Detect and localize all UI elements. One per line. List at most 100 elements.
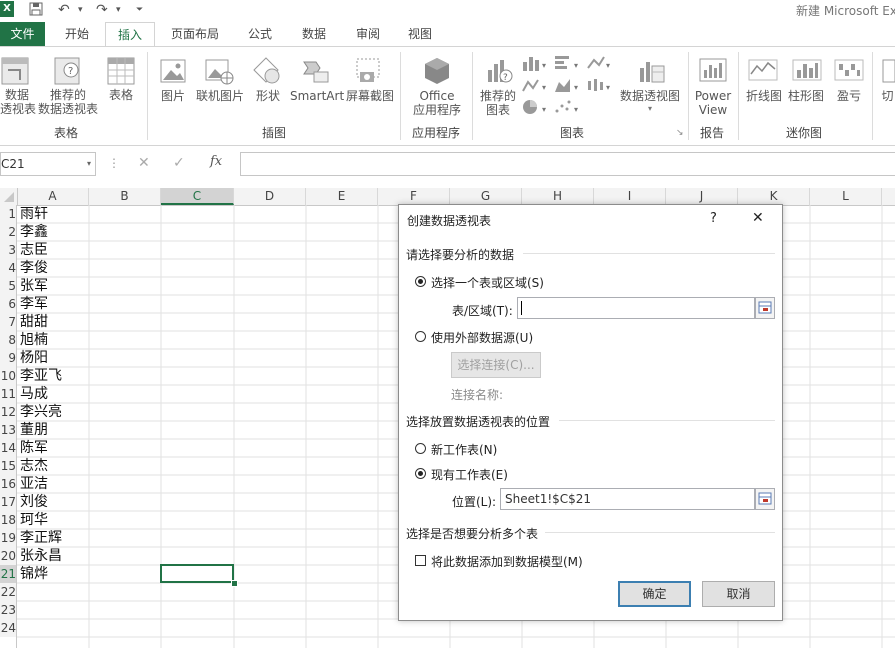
radio-external-source[interactable] xyxy=(415,331,426,342)
cell-a16[interactable]: 亚洁 xyxy=(20,475,48,493)
row-header[interactable]: 21 xyxy=(0,565,16,583)
pivot-chart-button[interactable] xyxy=(636,56,666,89)
tab-view[interactable]: 视图 xyxy=(400,22,440,46)
cell-a18[interactable]: 珂华 xyxy=(20,511,48,529)
redo-icon[interactable]: ↷ xyxy=(96,1,108,19)
row-header[interactable]: 2 xyxy=(0,223,16,241)
radio-existing-worksheet-label[interactable]: 现有工作表(E) xyxy=(431,466,508,483)
tab-file[interactable]: 文件 xyxy=(0,22,45,46)
location-input[interactable]: Sheet1!$C$21 xyxy=(500,488,755,510)
add-to-data-model-label[interactable]: 将此数据添加到数据模型(M) xyxy=(431,553,583,570)
pivot-chart-dropdown-icon[interactable]: ▾ xyxy=(648,104,652,113)
cell-a21[interactable]: 锦烨 xyxy=(20,565,48,583)
cancel-entry-icon[interactable]: ✕ xyxy=(138,155,150,171)
row-header[interactable]: 8 xyxy=(0,331,16,349)
tab-formulas[interactable]: 公式 xyxy=(238,22,282,46)
column-header-I[interactable]: I xyxy=(594,188,666,205)
tab-review[interactable]: 审阅 xyxy=(346,22,390,46)
column-header-L[interactable]: L xyxy=(810,188,882,205)
location-collapse-button[interactable] xyxy=(755,488,775,510)
cell-a17[interactable]: 刘俊 xyxy=(20,493,48,511)
cell-a15[interactable]: 志杰 xyxy=(20,457,48,475)
cell-a7[interactable]: 甜甜 xyxy=(20,313,48,331)
row-header[interactable]: 24 xyxy=(0,619,16,637)
enter-entry-icon[interactable]: ✓ xyxy=(173,155,185,171)
insert-function-icon[interactable]: fx xyxy=(210,154,222,169)
power-view-button[interactable] xyxy=(698,56,728,89)
recommended-charts-button[interactable]: ? xyxy=(484,56,514,89)
undo-dropdown-icon[interactable]: ▾ xyxy=(78,1,83,19)
row-header[interactable]: 23 xyxy=(0,601,16,619)
office-apps-button[interactable] xyxy=(422,56,452,89)
column-header-J[interactable]: J xyxy=(666,188,738,205)
row-header[interactable]: 9 xyxy=(0,349,16,367)
column-header-A[interactable]: A xyxy=(17,188,89,205)
row-header[interactable]: 18 xyxy=(0,511,16,529)
choose-connection-button[interactable]: 选择连接(C)... xyxy=(451,352,541,378)
bar-chart-icon[interactable]: ▾ xyxy=(553,54,581,75)
row-header[interactable]: 3 xyxy=(0,241,16,259)
radio-new-worksheet-label[interactable]: 新工作表(N) xyxy=(431,441,497,458)
slicer-icon[interactable] xyxy=(882,58,895,87)
cell-a2[interactable]: 李鑫 xyxy=(20,223,48,241)
pie-chart-icon[interactable]: ▾ xyxy=(521,98,549,119)
row-header[interactable]: 5 xyxy=(0,277,16,295)
combo-chart-icon[interactable]: ▾ xyxy=(585,54,613,75)
table-button[interactable] xyxy=(106,56,136,89)
column-header-G[interactable]: G xyxy=(450,188,522,205)
row-header[interactable]: 11 xyxy=(0,385,16,403)
row-header[interactable]: 19 xyxy=(0,529,16,547)
row-header[interactable]: 15 xyxy=(0,457,16,475)
cell-a11[interactable]: 马成 xyxy=(20,385,48,403)
row-header[interactable]: 4 xyxy=(0,259,16,277)
column-header-E[interactable]: E xyxy=(306,188,378,205)
cell-a14[interactable]: 陈军 xyxy=(20,439,48,457)
tab-data[interactable]: 数据 xyxy=(292,22,336,46)
column-header-D[interactable]: D xyxy=(234,188,306,205)
name-box[interactable]: C21 ▾ xyxy=(0,152,96,176)
add-to-data-model-checkbox[interactable] xyxy=(415,555,426,566)
area-chart-icon[interactable]: ▾ xyxy=(553,76,581,97)
range-collapse-button[interactable] xyxy=(755,297,775,319)
selected-cell-c21[interactable] xyxy=(160,564,234,583)
shapes-button[interactable] xyxy=(252,56,282,89)
cell-a3[interactable]: 志臣 xyxy=(20,241,48,259)
cell-a13[interactable]: 董朋 xyxy=(20,421,48,439)
row-header[interactable]: 16 xyxy=(0,475,16,493)
row-header[interactable]: 22 xyxy=(0,583,16,601)
row-header[interactable]: 14 xyxy=(0,439,16,457)
column-chart-icon[interactable]: ▾ xyxy=(521,54,549,75)
redo-dropdown-icon[interactable]: ▾ xyxy=(116,1,121,19)
line-chart-icon[interactable]: ▾ xyxy=(521,76,549,97)
cell-a6[interactable]: 李军 xyxy=(20,295,48,313)
sparkline-line-button[interactable] xyxy=(748,58,778,87)
charts-dialog-launcher-icon[interactable]: ↘ xyxy=(676,128,684,138)
picture-button[interactable] xyxy=(158,56,188,89)
radio-select-range[interactable] xyxy=(415,276,426,287)
tab-insert[interactable]: 插入 xyxy=(105,22,155,47)
column-header-F[interactable]: F xyxy=(378,188,450,205)
row-header[interactable]: 1 xyxy=(0,205,16,223)
cell-a9[interactable]: 杨阳 xyxy=(20,349,48,367)
cell-a10[interactable]: 李亚飞 xyxy=(20,367,62,385)
recommended-pivot-button[interactable]: ? xyxy=(53,56,83,89)
tab-home[interactable]: 开始 xyxy=(52,22,102,46)
dialog-help-button[interactable]: ? xyxy=(710,211,717,226)
customize-qat-icon[interactable]: ⏷ xyxy=(136,1,143,19)
scatter-chart-icon[interactable]: ▾ xyxy=(553,98,581,119)
save-icon[interactable] xyxy=(28,1,44,19)
cell-a5[interactable]: 张军 xyxy=(20,277,48,295)
screenshot-button[interactable] xyxy=(354,56,384,89)
sparkline-winloss-button[interactable] xyxy=(834,58,864,87)
cell-a20[interactable]: 张永昌 xyxy=(20,547,62,565)
row-header[interactable]: 20 xyxy=(0,547,16,565)
ok-button[interactable]: 确定 xyxy=(618,581,691,607)
undo-icon[interactable]: ↶ xyxy=(58,1,70,19)
stock-chart-icon[interactable]: ▾ xyxy=(585,76,613,97)
column-header-C[interactable]: C xyxy=(161,188,234,205)
column-header-H[interactable]: H xyxy=(522,188,594,205)
row-header[interactable]: 6 xyxy=(0,295,16,313)
cell-a19[interactable]: 李正辉 xyxy=(20,529,62,547)
fill-handle[interactable] xyxy=(231,580,238,587)
column-header-K[interactable]: K xyxy=(738,188,810,205)
